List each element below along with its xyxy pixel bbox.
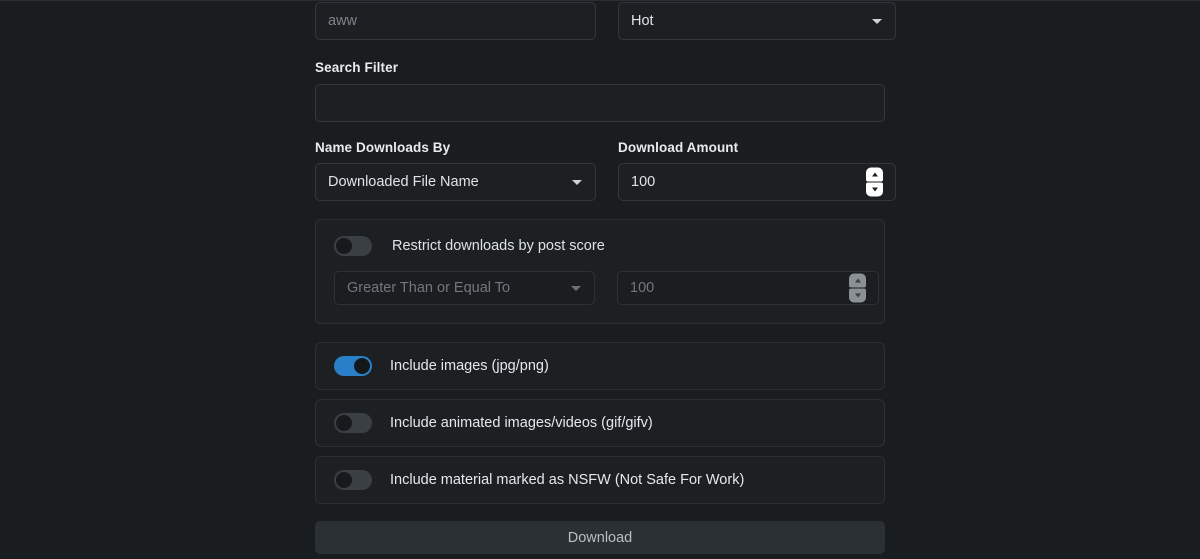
chevron-up-icon[interactable] [866, 168, 883, 182]
name-downloads-by-select[interactable]: Downloaded File Name [315, 163, 596, 201]
subreddit-field-group: aww [315, 2, 596, 40]
score-restriction-card: Restrict downloads by post score Greater… [315, 219, 885, 324]
sort-select[interactable]: Hot [618, 2, 896, 40]
score-restriction-header: Restrict downloads by post score [334, 236, 866, 256]
chevron-up-icon[interactable] [849, 274, 866, 288]
include-nsfw-card[interactable]: Include material marked as NSFW (Not Saf… [315, 456, 885, 504]
score-comparator-select[interactable]: Greater Than or Equal To [334, 271, 595, 305]
chevron-down-icon[interactable] [866, 183, 883, 197]
download-settings-form: aww Hot Search Filter Name Downloads By … [315, 0, 885, 554]
include-nsfw-toggle[interactable] [334, 470, 372, 490]
toggle-knob [336, 472, 352, 488]
subreddit-placeholder-text: aww [328, 13, 357, 29]
score-restriction-controls: Greater Than or Equal To 100 [334, 271, 866, 305]
download-amount-stepper[interactable] [866, 168, 883, 197]
include-images-card[interactable]: Include images (jpg/png) [315, 342, 885, 390]
subreddit-sort-row: aww Hot [315, 2, 885, 40]
download-amount-label: Download Amount [618, 141, 896, 155]
naming-amount-row: Name Downloads By Downloaded File Name D… [315, 141, 885, 202]
score-value-input[interactable]: 100 [617, 271, 879, 305]
chevron-down-icon [872, 19, 882, 24]
sort-select-value: Hot [631, 13, 654, 29]
include-animated-toggle[interactable] [334, 413, 372, 433]
subreddit-input[interactable]: aww [315, 2, 596, 40]
score-comparator-group: Greater Than or Equal To [334, 271, 595, 305]
score-value-text: 100 [630, 280, 654, 296]
include-animated-card[interactable]: Include animated images/videos (gif/gifv… [315, 399, 885, 447]
name-downloads-by-label: Name Downloads By [315, 141, 596, 155]
name-downloads-by-group: Name Downloads By Downloaded File Name [315, 141, 596, 202]
search-filter-group: Search Filter [315, 61, 885, 122]
include-nsfw-label: Include material marked as NSFW (Not Saf… [390, 472, 744, 488]
score-comparator-value: Greater Than or Equal To [347, 280, 510, 296]
chevron-down-icon [571, 286, 581, 291]
chevron-down-icon [572, 180, 582, 185]
toggle-knob [336, 415, 352, 431]
toggle-knob [354, 358, 370, 374]
include-images-label: Include images (jpg/png) [390, 358, 549, 374]
toggle-knob [336, 238, 352, 254]
score-value-stepper[interactable] [849, 274, 866, 303]
score-restriction-toggle-label: Restrict downloads by post score [392, 238, 605, 254]
name-downloads-by-value: Downloaded File Name [328, 174, 479, 190]
sort-field-group: Hot [618, 2, 896, 40]
search-filter-label: Search Filter [315, 61, 885, 75]
score-restriction-toggle[interactable] [334, 236, 372, 256]
chevron-down-icon[interactable] [849, 289, 866, 303]
download-button-wrap: Download [315, 521, 885, 554]
search-filter-input[interactable] [315, 84, 885, 122]
include-animated-label: Include animated images/videos (gif/gifv… [390, 415, 653, 431]
include-images-toggle[interactable] [334, 356, 372, 376]
download-amount-input[interactable]: 100 [618, 163, 896, 201]
download-amount-group: Download Amount 100 [618, 141, 896, 202]
download-amount-value: 100 [631, 174, 655, 190]
download-button[interactable]: Download [315, 521, 885, 554]
score-value-group: 100 [617, 271, 879, 305]
